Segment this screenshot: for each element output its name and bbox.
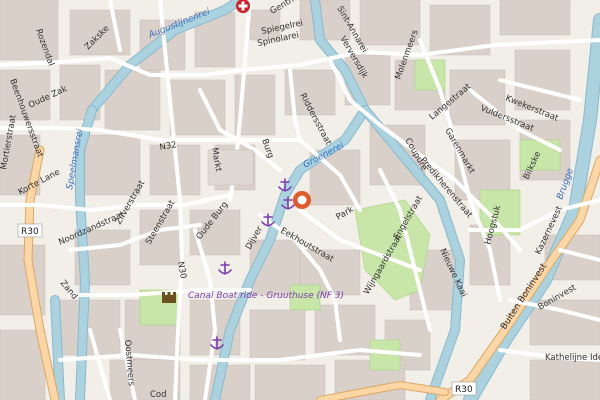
label-kathelijne-ide: Kathelijne Ide bbox=[545, 353, 600, 363]
castle-icon[interactable] bbox=[162, 292, 176, 303]
label-cod: Cod bbox=[150, 390, 167, 400]
location-marker-icon[interactable] bbox=[293, 191, 311, 209]
svg-text:R30: R30 bbox=[21, 227, 39, 237]
road-ref-r30-west: R30 bbox=[17, 223, 43, 238]
road-ref-r30-south: R30 bbox=[451, 381, 477, 396]
map-canvas[interactable]: Augustijnenrei Groenerei Speelmansrei Br… bbox=[0, 0, 600, 400]
poi-label-line: Canal Boat ride - Gruuthuse (NF 3) bbox=[188, 291, 344, 301]
map-viewport[interactable]: Augustijnenrei Groenerei Speelmansrei Br… bbox=[0, 0, 600, 400]
svg-text:R30: R30 bbox=[455, 385, 473, 395]
poi-label-canal-boat-ride[interactable]: Canal Boat ride - Gruuthuse (NF 3) bbox=[188, 291, 344, 301]
